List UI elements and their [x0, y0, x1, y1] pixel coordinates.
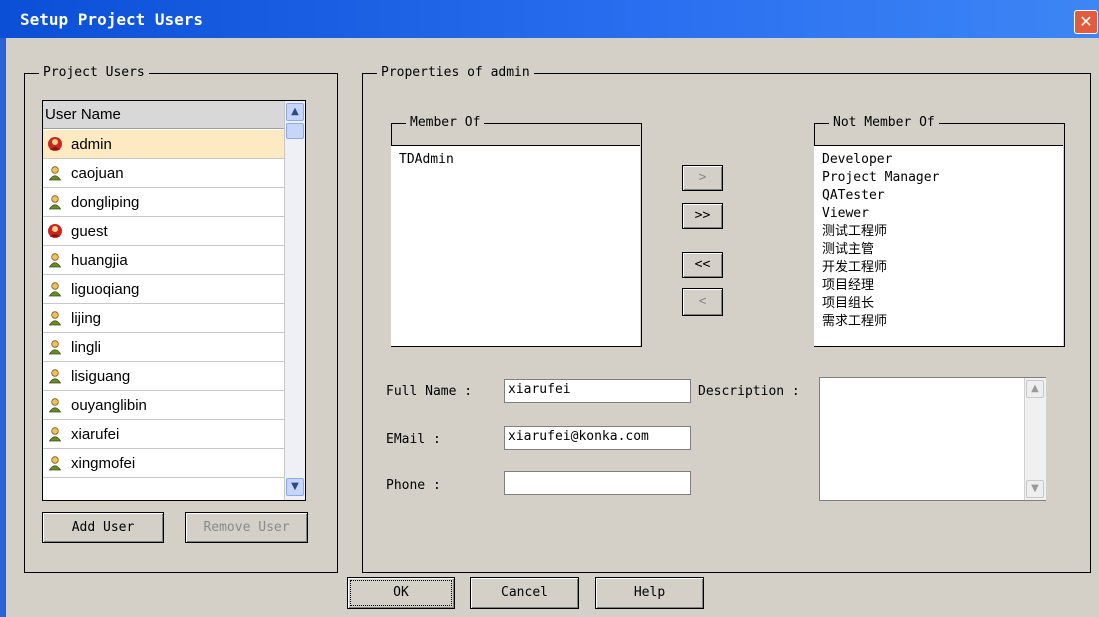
user-icon — [48, 253, 62, 268]
user-name: caojuan — [71, 165, 124, 182]
user-name: xiarufei — [71, 426, 120, 443]
full-name-label: Full Name : — [386, 384, 473, 399]
not-member-of-item[interactable]: Viewer — [822, 205, 869, 223]
user-row[interactable]: guest — [43, 217, 284, 246]
user-name: lisiguang — [71, 368, 131, 385]
description-label: Description : — [698, 384, 800, 399]
member-of-legend: Member Of — [406, 115, 485, 131]
remove-one-button[interactable]: < — [682, 288, 723, 316]
user-row[interactable]: xingmofei — [43, 449, 284, 478]
not-member-of-legend: Not Member Of — [829, 115, 939, 131]
remove-user-button[interactable]: Remove User — [185, 512, 308, 543]
email-label: EMail : — [386, 432, 441, 447]
ok-button[interactable]: OK — [347, 577, 455, 609]
user-name: liguoqiang — [71, 281, 140, 298]
add-user-button[interactable]: Add User — [42, 512, 164, 543]
not-member-of-item[interactable]: Developer — [822, 151, 892, 169]
window-title: Setup Project Users — [20, 10, 204, 29]
not-member-of-item[interactable]: Project Manager — [822, 169, 939, 187]
help-button[interactable]: Help — [595, 577, 704, 609]
user-icon — [48, 398, 62, 413]
user-row[interactable]: ouyanglibin — [43, 391, 284, 420]
not-member-of-item[interactable]: 需求工程师 — [822, 313, 887, 331]
not-member-of-item[interactable]: 项目经理 — [822, 277, 874, 295]
user-row[interactable]: xiarufei — [43, 420, 284, 449]
admin-user-icon — [48, 224, 62, 238]
not-member-of-group: Not Member Of Developer Project Manager QA… — [814, 115, 1065, 347]
user-name: dongliping — [71, 194, 140, 211]
user-icon — [48, 340, 62, 355]
not-member-of-list[interactable]: Developer Project Manager QATester Viewer 测试… — [814, 145, 1063, 346]
add-all-button[interactable]: >> — [682, 203, 723, 229]
user-name: huangjia — [71, 252, 128, 269]
title-bar: Setup Project Users ✕ — [0, 0, 1099, 38]
user-name: xingmofei — [71, 455, 136, 472]
description-field[interactable]: ▲ ▼ — [819, 377, 1046, 501]
phone-field[interactable] — [504, 471, 691, 495]
add-one-button[interactable]: > — [682, 165, 723, 191]
user-row[interactable]: huangjia — [43, 246, 284, 275]
project-users-legend: Project Users — [39, 65, 149, 81]
user-name: lijing — [71, 310, 102, 327]
user-icon — [48, 427, 62, 442]
description-scroll-down-button[interactable]: ▼ — [1026, 480, 1044, 498]
close-button[interactable]: ✕ — [1074, 10, 1098, 34]
scroll-up-button[interactable]: ▲ — [286, 103, 304, 121]
member-of-group: Member Of TDAdmin — [391, 115, 642, 347]
full-name-field[interactable]: xiarufei — [504, 379, 691, 403]
user-row[interactable]: lingli — [43, 333, 284, 362]
user-name: ouyanglibin — [71, 397, 147, 414]
member-of-list[interactable]: TDAdmin — [391, 145, 640, 346]
user-icon — [48, 282, 62, 297]
cancel-button[interactable]: Cancel — [470, 577, 579, 609]
chevron-up-icon: ▲ — [291, 106, 299, 117]
remove-all-button[interactable]: << — [682, 252, 723, 278]
user-row[interactable]: dongliping — [43, 188, 284, 217]
user-icon — [48, 369, 62, 384]
user-icon — [48, 456, 62, 471]
project-users-group: Project Users User Name admin caojuan dong… — [24, 65, 338, 573]
user-list-scrollbar[interactable]: ▲ ▼ — [284, 101, 305, 500]
not-member-of-item[interactable]: 开发工程师 — [822, 259, 887, 277]
user-row[interactable]: lisiguang — [43, 362, 284, 391]
description-scroll-up-button[interactable]: ▲ — [1026, 380, 1044, 398]
user-row[interactable]: liguoqiang — [43, 275, 284, 304]
user-name: guest — [71, 223, 108, 240]
user-row[interactable]: caojuan — [43, 159, 284, 188]
admin-user-icon — [48, 137, 62, 151]
not-member-of-item[interactable]: QATester — [822, 187, 885, 205]
email-field[interactable]: xiarufei@konka.com — [504, 426, 691, 450]
dialog-client: Project Users User Name admin caojuan dong… — [6, 38, 1099, 617]
user-icon — [48, 166, 62, 181]
not-member-of-item[interactable]: 项目组长 — [822, 295, 874, 313]
scroll-thumb[interactable] — [286, 123, 304, 139]
user-row[interactable]: admin — [43, 130, 284, 159]
chevron-down-icon: ▼ — [1031, 483, 1039, 494]
phone-label: Phone : — [386, 478, 441, 493]
chevron-down-icon: ▼ — [291, 481, 299, 492]
description-scrollbar[interactable]: ▲ ▼ — [1024, 378, 1046, 500]
properties-legend: Properties of admin — [377, 65, 534, 81]
properties-group: Properties of admin Member Of TDAdmin > … — [362, 65, 1091, 573]
user-name: lingli — [71, 339, 102, 356]
close-icon: ✕ — [1079, 12, 1093, 31]
not-member-of-item[interactable]: 测试工程师 — [822, 223, 887, 241]
user-row[interactable]: lijing — [43, 304, 284, 333]
not-member-of-item[interactable]: 测试主管 — [822, 241, 874, 259]
user-list[interactable]: User Name admin caojuan dongliping guest hua… — [42, 100, 306, 501]
user-icon — [48, 195, 62, 210]
chevron-up-icon: ▲ — [1031, 383, 1039, 394]
user-name-column-header[interactable]: User Name — [43, 101, 284, 129]
user-name: admin — [71, 136, 112, 153]
user-icon — [48, 311, 62, 326]
scroll-down-button[interactable]: ▼ — [286, 478, 304, 496]
member-of-item[interactable]: TDAdmin — [399, 151, 454, 169]
